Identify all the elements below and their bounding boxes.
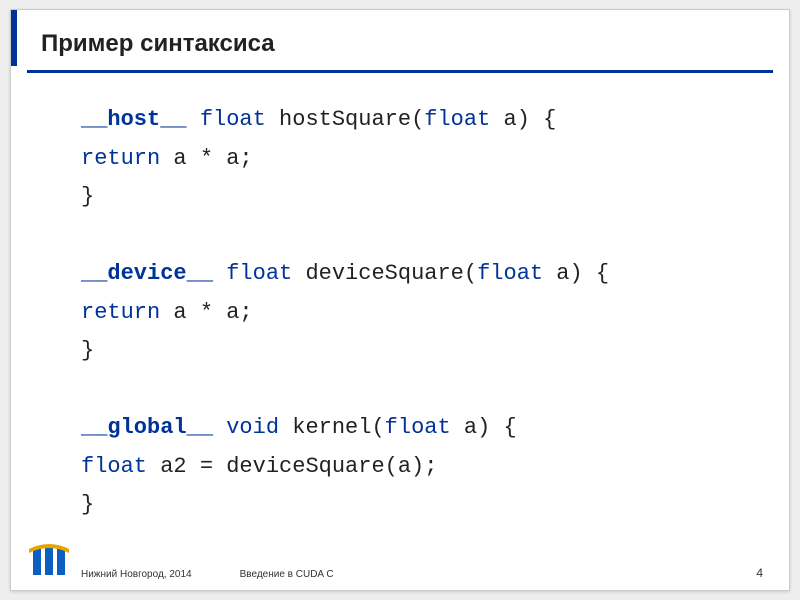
footer-course: Введение в CUDA C bbox=[240, 569, 334, 580]
page-number: 4 bbox=[756, 566, 763, 580]
fn-name: deviceSquare( bbox=[292, 261, 477, 286]
code-line-2: return a * a; bbox=[81, 140, 749, 179]
param-type: float bbox=[477, 261, 543, 286]
type-float: float bbox=[200, 107, 266, 132]
blank-line bbox=[81, 371, 749, 410]
slide: Пример синтаксиса __host__ float hostSqu… bbox=[10, 9, 790, 591]
type-float: float bbox=[81, 454, 147, 479]
blank-line bbox=[81, 217, 749, 256]
keyword-return: return bbox=[81, 146, 160, 171]
code-line-5: return a * a; bbox=[81, 294, 749, 333]
code-line-1: __host__ float hostSquare(float a) { bbox=[81, 101, 749, 140]
fn-name: hostSquare( bbox=[266, 107, 424, 132]
type-float: float bbox=[226, 261, 292, 286]
code-line-3: } bbox=[81, 178, 749, 217]
param-type: float bbox=[424, 107, 490, 132]
type-void: void bbox=[226, 415, 279, 440]
code-line-6: } bbox=[81, 332, 749, 371]
qualifier-device: __device__ bbox=[81, 261, 213, 286]
qualifier-global: __global__ bbox=[81, 415, 213, 440]
code-line-9: } bbox=[81, 486, 749, 525]
keyword-return: return bbox=[81, 300, 160, 325]
param-type: float bbox=[385, 415, 451, 440]
header: Пример синтаксиса bbox=[11, 10, 789, 66]
code-text: a) { bbox=[451, 415, 517, 440]
footer: Нижний Новгород, 2014 Введение в CUDA C bbox=[11, 569, 789, 580]
code-block: __host__ float hostSquare(float a) { ret… bbox=[11, 73, 789, 525]
code-text: a * a; bbox=[160, 300, 252, 325]
code-line-4: __device__ float deviceSquare(float a) { bbox=[81, 255, 749, 294]
code-text: a * a; bbox=[160, 146, 252, 171]
code-line-7: __global__ void kernel(float a) { bbox=[81, 409, 749, 448]
code-text: a) { bbox=[490, 107, 556, 132]
footer-location: Нижний Новгород, 2014 bbox=[81, 569, 192, 580]
code-line-8: float a2 = deviceSquare(a); bbox=[81, 448, 749, 487]
fn-name: kernel( bbox=[279, 415, 385, 440]
qualifier-host: __host__ bbox=[81, 107, 187, 132]
code-text: a2 = deviceSquare(a); bbox=[147, 454, 437, 479]
code-text: a) { bbox=[543, 261, 609, 286]
slide-title: Пример синтаксиса bbox=[41, 30, 789, 58]
